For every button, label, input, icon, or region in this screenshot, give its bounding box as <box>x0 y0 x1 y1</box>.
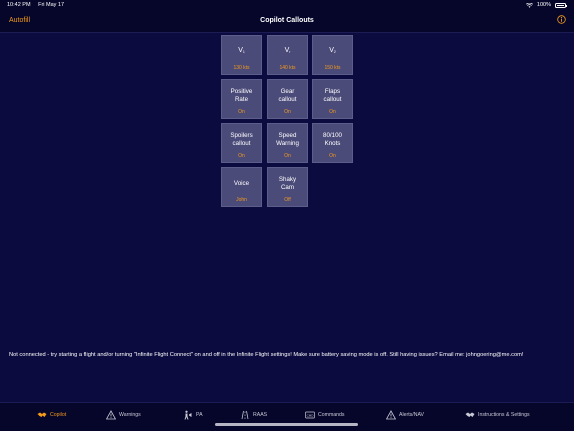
wifi-icon <box>525 2 533 8</box>
svg-text:CMD: CMD <box>307 413 315 417</box>
tab-raas[interactable]: RAAS <box>240 410 267 420</box>
tile-label: Spoilers callout <box>230 132 253 147</box>
tile-value: 140 kts <box>279 65 296 71</box>
cmd-icon: CMD <box>305 411 315 419</box>
tile-label: V2 <box>329 47 336 54</box>
warning-triangle-icon <box>106 410 116 420</box>
tile-value: 150 kts <box>324 65 341 71</box>
tile-v1[interactable]: V1 130 kts <box>221 35 262 75</box>
status-bar: 10:42 PM Fri May 17 100% <box>0 0 574 11</box>
tile-label: Voice <box>233 180 250 187</box>
tab-label: Warnings <box>119 412 141 418</box>
tab-warnings[interactable]: Warnings <box>106 410 141 420</box>
tile-80-100-knots[interactable]: 80/100 Knots On <box>312 123 353 163</box>
page-title: Copilot Callouts <box>260 17 314 24</box>
tile-value: 130 kts <box>233 65 250 71</box>
tab-label: Copilot <box>50 412 67 418</box>
status-time: 10:42 PM <box>7 2 31 8</box>
runway-icon <box>241 410 249 420</box>
tab-label: PA <box>196 412 203 418</box>
tile-positive-rate[interactable]: Positive Rate On <box>221 79 262 119</box>
tile-value: John <box>236 197 247 203</box>
nav-bar: Autofill Copilot Callouts <box>0 11 574 33</box>
tile-value: On <box>284 109 291 115</box>
tile-value: On <box>329 153 336 159</box>
info-circle-icon[interactable] <box>557 15 566 24</box>
tile-label: Vr <box>284 47 291 54</box>
tab-label: Instructions & Settings <box>478 412 530 418</box>
tab-label: Alerts/NAV <box>399 412 424 418</box>
tile-label: Speed Warning <box>276 132 299 147</box>
tile-label: V1 <box>238 47 245 54</box>
tab-label: Commands <box>318 412 345 418</box>
status-date: Fri May 17 <box>38 2 65 8</box>
tile-label: 80/100 Knots <box>323 132 342 147</box>
copilot-handshake-icon <box>37 412 47 417</box>
tile-speed-warning[interactable]: Speed Warning On <box>267 123 308 163</box>
tile-label: Positive Rate <box>230 88 253 103</box>
status-left: 10:42 PM Fri May 17 <box>7 2 70 8</box>
connection-status-message: Not connected - try starting a flight an… <box>9 352 524 358</box>
tile-value: On <box>284 153 291 159</box>
status-right: 100% <box>525 2 567 8</box>
tile-value: On <box>238 109 245 115</box>
tab-label: RAAS <box>253 412 268 418</box>
tab-bar: Copilot Warnings PA RAAS CMD Commands Al… <box>0 402 574 431</box>
battery-icon <box>555 2 567 8</box>
pa-person-icon <box>184 410 192 420</box>
tab-instructions-settings[interactable]: Instructions & Settings <box>465 410 530 420</box>
tile-voice[interactable]: Voice John <box>221 167 262 207</box>
tile-value: Off <box>284 197 291 203</box>
tile-label: Flaps callout <box>323 88 342 103</box>
battery-percent: 100% <box>536 2 551 8</box>
settings-handshake-icon <box>465 412 475 417</box>
tab-copilot[interactable]: Copilot <box>37 410 66 420</box>
tile-value: On <box>238 153 245 159</box>
home-indicator <box>215 423 358 426</box>
tile-label: Gear callout <box>278 88 297 103</box>
tab-commands[interactable]: CMD Commands <box>305 410 345 420</box>
tile-vr[interactable]: Vr 140 kts <box>267 35 308 75</box>
tile-value: On <box>329 109 336 115</box>
tile-gear-callout[interactable]: Gear callout On <box>267 79 308 119</box>
tile-flaps-callout[interactable]: Flaps callout On <box>312 79 353 119</box>
tile-shaky-cam[interactable]: Shaky Cam Off <box>267 167 308 207</box>
alert-triangle-icon <box>386 410 396 420</box>
tab-alerts-nav[interactable]: Alerts/NAV <box>386 410 424 420</box>
tile-spoilers-callout[interactable]: Spoilers callout On <box>221 123 262 163</box>
tile-label: Shaky Cam <box>278 176 297 191</box>
tab-pa[interactable]: PA <box>183 410 203 420</box>
tile-v2[interactable]: V2 150 kts <box>312 35 353 75</box>
